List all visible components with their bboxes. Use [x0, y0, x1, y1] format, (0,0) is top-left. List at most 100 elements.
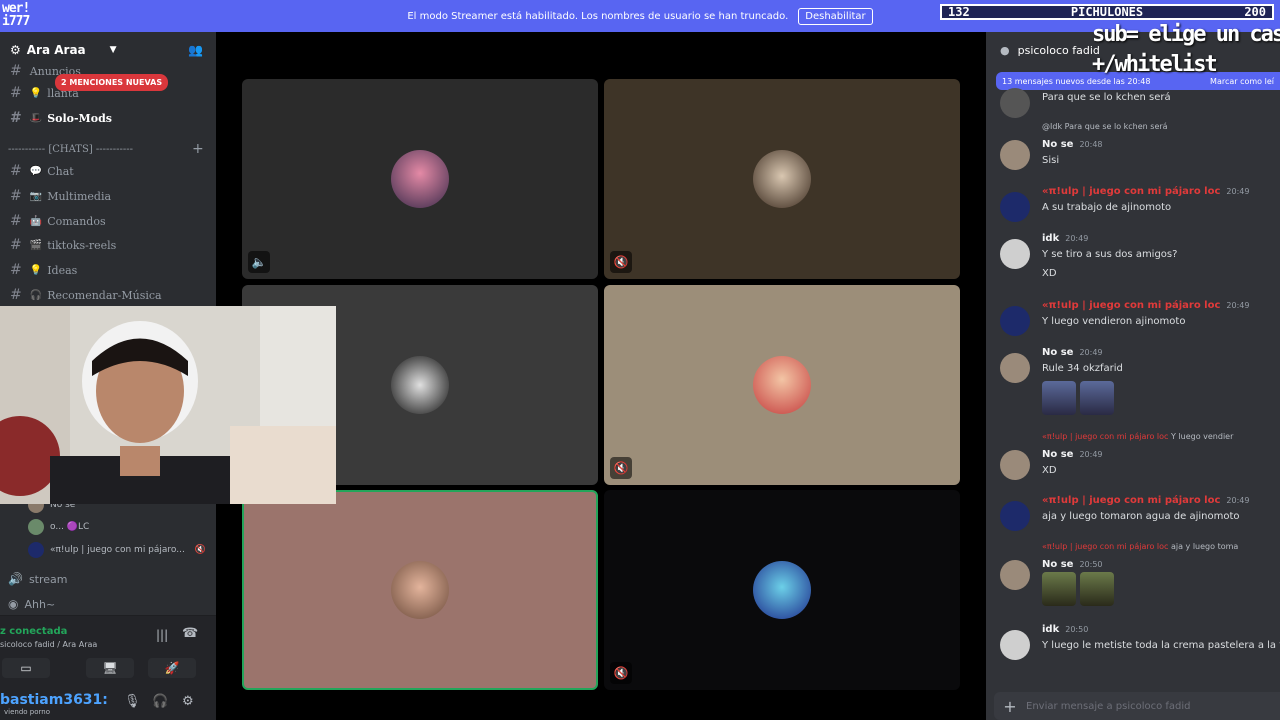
- speaker-icon: 🔈: [248, 251, 270, 273]
- message-author[interactable]: No se 20:49: [1042, 347, 1103, 358]
- avatar: [1000, 306, 1030, 336]
- voice-status: z conectada: [0, 626, 68, 637]
- hash-icon: #: [10, 63, 22, 79]
- participant-tile[interactable]: 🔇: [604, 285, 960, 485]
- channel-multimedia[interactable]: # 📷 Multimedia: [0, 185, 216, 207]
- avatar: [28, 519, 44, 535]
- voice-channel-ahh[interactable]: ◉ Ahh~: [8, 597, 55, 611]
- message-author[interactable]: «π!ulp | juego con mi pájaro loc 20:49: [1042, 186, 1249, 197]
- hash-icon: #: [10, 237, 22, 253]
- webcam-feed: [0, 306, 336, 504]
- hash-icon: #: [10, 163, 22, 179]
- muted-icon: 🔇: [194, 545, 207, 555]
- user-status: viendo porno: [4, 708, 50, 716]
- avatar: [1000, 239, 1030, 269]
- add-friend-icon[interactable]: 👥: [188, 43, 203, 57]
- voice-channel-stream[interactable]: 🔊 stream: [8, 572, 68, 586]
- avatar: [1000, 630, 1030, 660]
- muted-icon: 🔇: [610, 251, 632, 273]
- hat-icon: 🎩: [29, 112, 43, 124]
- hash-icon: #: [10, 110, 22, 126]
- image-attachment[interactable]: [1080, 572, 1114, 606]
- avatar: [1000, 140, 1030, 170]
- channel-recomendar-musica[interactable]: # 🎧 Recomendar-Música: [0, 284, 216, 306]
- avatar: [391, 561, 449, 619]
- headphones-icon: 🎧: [29, 289, 43, 301]
- message-author[interactable]: idk 20:50: [1042, 624, 1088, 635]
- video-button[interactable]: ▭: [2, 658, 50, 678]
- chat-bubble-icon: ●: [1000, 43, 1010, 57]
- screen-icon: 🖥: [102, 661, 118, 675]
- channel-solo-mods[interactable]: # 🎩 Solo-Mods: [0, 107, 216, 129]
- message-input[interactable]: + Enviar mensaje a psicoloco fadid: [994, 692, 1280, 720]
- channel-ideas[interactable]: # 💡 Ideas: [0, 259, 216, 281]
- message-author[interactable]: idk 20:49: [1042, 233, 1088, 244]
- headphones-icon[interactable]: 🎧: [152, 694, 168, 709]
- voice-location[interactable]: sicoloco fadid / Ara Araa: [0, 640, 97, 649]
- reply-preview[interactable]: «π!ulp | juego con mi pájaro loc aja y l…: [1042, 542, 1238, 551]
- gear-icon[interactable]: ⚙: [182, 694, 194, 709]
- server-name: Ara Araa: [26, 43, 86, 57]
- message-author[interactable]: No se 20:50: [1042, 559, 1103, 570]
- image-attachment[interactable]: [1080, 381, 1114, 415]
- avatar: [753, 561, 811, 619]
- participant-tile[interactable]: 🔈: [242, 79, 598, 279]
- voice-connection-panel: z conectada sicoloco fadid / Ara Araa ||…: [0, 615, 216, 684]
- hash-icon: #: [10, 262, 22, 278]
- category-chats[interactable]: ----------- [CHATS] -----------: [8, 144, 133, 155]
- signal-icon[interactable]: |||: [156, 628, 168, 642]
- message-author[interactable]: No se 20:48: [1042, 139, 1103, 150]
- mentions-badge[interactable]: 2 MENCIONES NUEVAS: [55, 74, 169, 91]
- robot-icon: 🤖: [29, 215, 43, 227]
- add-channel-icon[interactable]: +: [192, 141, 204, 157]
- channel-comandos[interactable]: # 🤖 Comandos: [0, 210, 216, 232]
- participant-tile[interactable]: 🔇: [604, 79, 960, 279]
- bulb-icon: 💡: [29, 264, 43, 276]
- chevron-down-icon: ▼: [109, 45, 117, 55]
- plus-icon[interactable]: +: [994, 697, 1026, 716]
- score-right: 200: [1244, 5, 1266, 19]
- hash-icon: #: [10, 188, 22, 204]
- stream-overlay-text: sub= elige un castigo +/whitelist: [1092, 22, 1280, 77]
- avatar: [1000, 450, 1030, 480]
- bulb-icon: 💡: [29, 87, 43, 99]
- disable-streamer-button[interactable]: Deshabilitar: [798, 7, 873, 25]
- message-author[interactable]: «π!ulp | juego con mi pájaro loc 20:49: [1042, 300, 1249, 311]
- microphone-icon[interactable]: 🎙: [124, 694, 141, 709]
- voice-user[interactable]: «π!ulp | juego con mi pájaro... 🔇: [28, 540, 206, 560]
- reply-preview[interactable]: @Idk Para que se lo kchen será: [1042, 122, 1168, 131]
- reply-preview[interactable]: «π!ulp | juego con mi pájaro loc Y luego…: [1042, 432, 1233, 441]
- message-author[interactable]: No se 20:49: [1042, 449, 1103, 460]
- avatar: [28, 542, 44, 558]
- muted-icon: 🔇: [610, 662, 632, 684]
- camera-icon: 📷: [29, 190, 43, 202]
- avatar: [1000, 560, 1030, 590]
- screen-share-button[interactable]: 🖥: [86, 658, 134, 678]
- muted-icon: 🔇: [610, 457, 632, 479]
- webcam-overlay: [0, 306, 336, 504]
- avatar: [1000, 353, 1030, 383]
- overlay-logo: wer! i777: [2, 1, 30, 29]
- channel-chat[interactable]: # 💬 Chat: [0, 160, 216, 182]
- voice-user[interactable]: o... 🟣LC: [28, 517, 89, 537]
- participant-tile-speaking[interactable]: [242, 490, 598, 690]
- message-placeholder: Enviar mensaje a psicoloco fadid: [1026, 700, 1191, 712]
- activity-button[interactable]: 🚀: [148, 658, 196, 678]
- image-attachment[interactable]: [1042, 381, 1076, 415]
- hash-icon: #: [10, 85, 22, 101]
- score-title: PICHULONES: [1070, 5, 1144, 19]
- chat-panel: ● psicoloco fadid 13 mensajes nuevos des…: [986, 32, 1280, 720]
- avatar: [1000, 88, 1030, 118]
- hash-icon: #: [10, 213, 22, 229]
- avatar: [1000, 501, 1030, 531]
- message-author[interactable]: «π!ulp | juego con mi pájaro loc 20:49: [1042, 495, 1249, 506]
- avatar: [1000, 192, 1030, 222]
- participant-tile[interactable]: 🔇: [604, 490, 960, 690]
- username[interactable]: bastiam3631:: [0, 692, 108, 708]
- image-attachment[interactable]: [1042, 572, 1076, 606]
- disconnect-icon[interactable]: ☎: [182, 626, 198, 641]
- avatar: [753, 150, 811, 208]
- hash-icon: #: [10, 287, 22, 303]
- channel-tiktoks-reels[interactable]: # 🎬 tiktoks-reels: [0, 234, 216, 256]
- user-panel: bastiam3631: viendo porno 🎙 🎧 ⚙: [0, 684, 216, 720]
